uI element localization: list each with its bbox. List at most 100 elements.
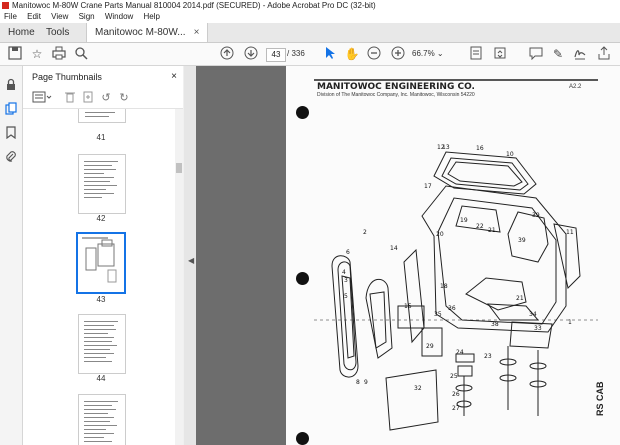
cursor-icon[interactable]: [322, 46, 338, 62]
callout: 3: [344, 277, 348, 284]
document-side-label: RS CAB: [595, 381, 605, 416]
thumbnail-label: 41: [96, 133, 106, 142]
tab-document-label: Manitowoc M-80W...: [95, 27, 186, 38]
callout: 6: [346, 249, 350, 256]
callout: 35: [434, 311, 442, 318]
bookmark-icon[interactable]: [4, 126, 18, 140]
pen-icon[interactable]: ✎: [550, 46, 566, 62]
tab-tools-label: Tools: [46, 27, 70, 38]
callout: 21: [516, 295, 524, 302]
menu-sign[interactable]: Sign: [79, 12, 95, 21]
acrobat-app-icon: [2, 2, 9, 9]
tab-home[interactable]: Home: [0, 23, 43, 42]
zoom-in-icon[interactable]: [390, 46, 406, 62]
thumbnail-page[interactable]: [78, 109, 126, 123]
menu-help[interactable]: Help: [144, 12, 160, 21]
callout: 38: [491, 321, 499, 328]
callout: 18: [440, 283, 448, 290]
tab-tools[interactable]: Tools: [38, 23, 77, 42]
callout: 34: [529, 311, 537, 318]
callout: 27: [452, 405, 460, 412]
scrollbar-thumb[interactable]: [176, 163, 182, 173]
thumbnail-label: 42: [96, 214, 106, 223]
callout: 39: [518, 237, 526, 244]
tab-bar: Home Tools Manitowoc M-80W... ×: [0, 23, 620, 43]
zoom-level-select[interactable]: 66.7% ⌄: [412, 48, 450, 60]
arrow-up-icon[interactable]: [219, 46, 235, 62]
attachment-icon[interactable]: [4, 150, 18, 164]
thumbnail-page[interactable]: [78, 154, 126, 214]
callout: 14: [390, 245, 398, 252]
hand-icon[interactable]: ✋: [344, 46, 360, 62]
menu-window[interactable]: Window: [105, 12, 133, 21]
callout: 19: [460, 217, 468, 224]
document-view[interactable]: MANITOWOC ENGINEERING CO. Division of Th…: [196, 66, 620, 445]
save-icon[interactable]: [7, 46, 23, 62]
menu-bar: File Edit View Sign Window Help: [0, 11, 620, 23]
page-thumbnails-icon[interactable]: [4, 102, 18, 116]
thumbnail-label: 43: [96, 295, 106, 304]
print-icon[interactable]: [51, 46, 67, 62]
arrow-down-icon[interactable]: [243, 46, 259, 62]
panel-close-icon[interactable]: ×: [171, 66, 177, 88]
page-total: / 336: [287, 49, 305, 58]
tab-document[interactable]: Manitowoc M-80W... ×: [86, 23, 209, 42]
callout: 13: [442, 144, 450, 151]
callout: 10: [506, 151, 514, 158]
rotate-left-icon[interactable]: ↺: [99, 91, 113, 105]
sign-icon[interactable]: [572, 46, 588, 62]
scroll-mode-icon[interactable]: [492, 46, 508, 62]
thumbnail-page-selected[interactable]: [76, 232, 126, 294]
callout: 39: [532, 212, 540, 219]
zoom-level: 66.7%: [412, 49, 435, 58]
thumbnail-scrollbar[interactable]: [175, 109, 183, 445]
collapse-panel-icon[interactable]: ◀: [188, 256, 194, 265]
callout: 23: [484, 353, 492, 360]
callout: 16: [476, 145, 484, 152]
panel-toolbar: ↺ ↻: [23, 88, 183, 109]
callout: 29: [426, 343, 434, 350]
callout: 4: [342, 269, 346, 276]
pdf-page: MANITOWOC ENGINEERING CO. Division of Th…: [286, 66, 620, 445]
callout: 22: [476, 223, 484, 230]
callout: 20: [436, 231, 444, 238]
page-view-icon[interactable]: [468, 46, 484, 62]
menu-file[interactable]: File: [4, 12, 17, 21]
share-icon[interactable]: [596, 46, 612, 62]
lock-icon[interactable]: [4, 78, 18, 92]
insert-page-icon[interactable]: [81, 91, 95, 105]
thumbnail-list: 41 42 43 44: [23, 109, 175, 445]
callout: 5: [344, 293, 348, 300]
window-title: Manitowoc M-80W Crane Parts Manual 81000…: [12, 1, 376, 10]
zoom-out-icon[interactable]: [366, 46, 382, 62]
menu-view[interactable]: View: [51, 12, 68, 21]
callout: 1: [568, 319, 572, 326]
callout: 25: [450, 373, 458, 380]
cab-exploded-diagram: 12 13 16 10 17 39 19 22 21 20 2 11 39 14…: [314, 79, 598, 431]
panel-header: Page Thumbnails ×: [23, 66, 183, 88]
callout: 21: [488, 227, 496, 234]
page-number-input[interactable]: 43: [266, 48, 286, 62]
thumbnail-options-icon[interactable]: [31, 91, 53, 105]
callout: 2: [363, 229, 367, 236]
callout: 8: [356, 379, 360, 386]
left-navigation-rail: [0, 66, 23, 445]
comment-icon[interactable]: [528, 46, 544, 62]
star-icon[interactable]: ☆: [29, 46, 45, 62]
rotate-right-icon[interactable]: ↻: [117, 91, 131, 105]
thumbnail-page[interactable]: [78, 394, 126, 445]
menu-edit[interactable]: Edit: [27, 12, 41, 21]
search-icon[interactable]: [73, 46, 89, 62]
callout: 36: [448, 305, 456, 312]
thumbnail-label: 44: [96, 374, 106, 383]
thumbnail-page[interactable]: [78, 314, 126, 374]
tab-home-label: Home: [8, 27, 35, 38]
tab-close-icon[interactable]: ×: [194, 27, 200, 38]
delete-page-icon[interactable]: [63, 91, 77, 105]
callout: 15: [404, 303, 412, 310]
callout: 17: [424, 183, 432, 190]
panel-splitter[interactable]: ◀: [184, 66, 196, 445]
page-thumbnails-panel: Page Thumbnails × ↺ ↻ 41 42 43 44: [23, 66, 183, 445]
main-toolbar: ☆ 43 / 336 ✋ 66.7% ⌄ ✎: [0, 43, 620, 66]
callout: 9: [364, 379, 368, 386]
